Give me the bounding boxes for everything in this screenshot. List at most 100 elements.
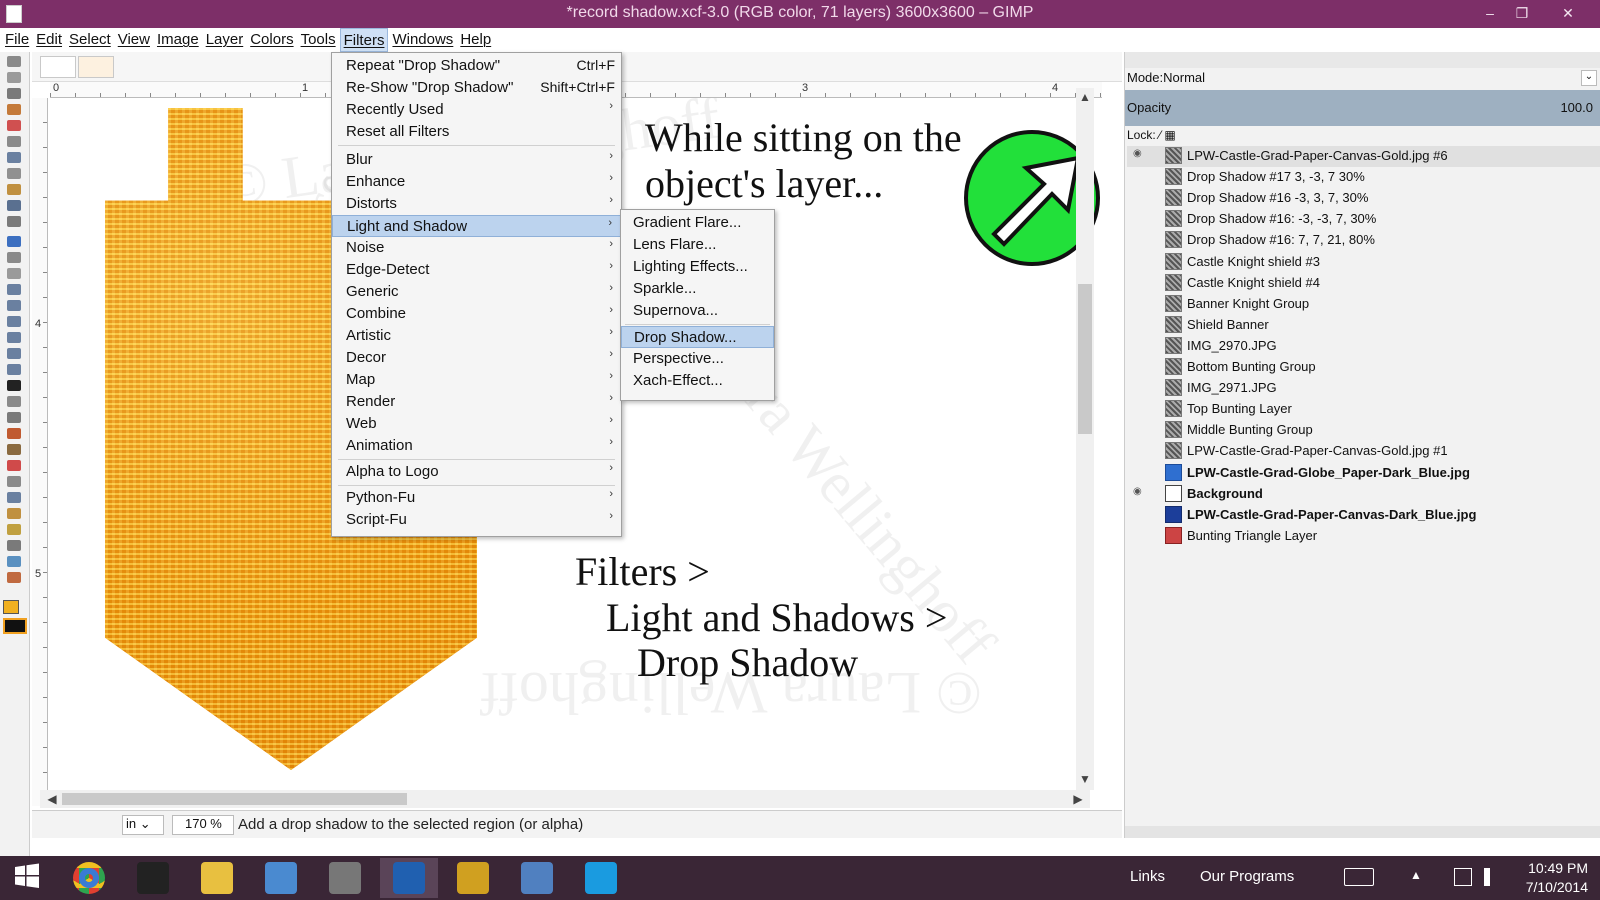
visibility-eye-icon[interactable]: ◉ (1133, 148, 1145, 159)
menu-image[interactable]: Image (154, 28, 202, 52)
flip-tool-icon[interactable] (7, 348, 21, 359)
windows-start-taskbar-button[interactable] (0, 858, 58, 898)
layer-name[interactable]: Castle Knight shield #4 (1187, 275, 1320, 290)
scroll-right-arrow-icon[interactable]: ▶ (1070, 792, 1086, 806)
menu-edge-detect[interactable]: Edge-Detect › (332, 259, 621, 281)
menu-file[interactable]: File (2, 28, 32, 52)
layer-name[interactable]: LPW-Castle-Grad-Paper-Canvas-Gold.jpg #6 (1187, 148, 1448, 163)
submenu-lighting-effects[interactable]: Lighting Effects... (621, 256, 774, 278)
dock-tabs[interactable] (1125, 52, 1600, 68)
fuzzy-select-tool-icon[interactable] (7, 104, 21, 115)
menu-edit[interactable]: Edit (33, 28, 65, 52)
menu-filters[interactable]: Filters (339, 28, 389, 52)
clone-tool-icon[interactable] (7, 508, 21, 519)
move-tool-icon[interactable] (7, 236, 21, 247)
smudge-tool-icon[interactable] (7, 540, 21, 551)
layer-name[interactable]: Drop Shadow #16 -3, 3, 7, 30% (1187, 190, 1368, 205)
layer-name[interactable]: Castle Knight shield #3 (1187, 254, 1320, 269)
layer-row[interactable]: ◉ LPW-Castle-Grad-Paper-Canvas-Gold.jpg #… (1127, 146, 1600, 167)
submenu-perspective[interactable]: Perspective... (621, 348, 774, 370)
scissors-tool-icon[interactable] (7, 136, 21, 147)
layer-name[interactable]: LPW-Castle-Grad-Paper-Canvas-Gold.jpg #1 (1187, 443, 1448, 458)
heal-tool-icon[interactable] (7, 524, 21, 535)
layer-row[interactable]: LPW-Castle-Grad-Globe_Paper-Dark_Blue.jp… (1127, 463, 1600, 484)
layer-name[interactable]: Bunting Triangle Layer (1187, 528, 1317, 543)
layer-row[interactable]: Castle Knight shield #3 (1127, 252, 1600, 273)
bucket-fill-tool-icon[interactable] (7, 396, 21, 407)
menu-layer[interactable]: Layer (203, 28, 247, 52)
submenu-supernova[interactable]: Supernova... (621, 300, 774, 322)
layer-name[interactable]: Drop Shadow #16: 7, 7, 21, 80% (1187, 232, 1375, 247)
layer-name[interactable]: Drop Shadow #16: -3, -3, 7, 30% (1187, 211, 1376, 226)
menu-combine[interactable]: Combine › (332, 303, 621, 325)
horizontal-scroll-thumb[interactable] (62, 793, 407, 805)
menu-reset-all-filters[interactable]: Reset all Filters (332, 121, 621, 143)
menu-map[interactable]: Map › (332, 369, 621, 391)
vertical-scrollbar[interactable]: ▲ ▼ (1076, 88, 1094, 790)
picasa-taskbar-button[interactable] (444, 858, 502, 898)
scale-tool-icon[interactable] (7, 300, 21, 311)
mode-value[interactable]: Normal (1163, 70, 1205, 85)
lock-pixels-icon[interactable]: ⁄ (1159, 128, 1161, 142)
layer-name[interactable]: LPW-Castle-Grad-Globe_Paper-Dark_Blue.jp… (1187, 465, 1470, 480)
mode-dropdown-icon[interactable]: ⌄ (1581, 70, 1597, 86)
menu-help[interactable]: Help (457, 28, 494, 52)
foreground-select-tool-icon[interactable] (7, 152, 21, 163)
layer-name[interactable]: Shield Banner (1187, 317, 1269, 332)
menu-repeat-drop-shadow[interactable]: Repeat "Drop Shadow" Ctrl+F (332, 55, 621, 77)
layer-row[interactable]: Drop Shadow #17 3, -3, 7 30% (1127, 167, 1600, 188)
menu-decor[interactable]: Decor › (332, 347, 621, 369)
submenu-lens-flare[interactable]: Lens Flare... (621, 234, 774, 256)
menu-alpha-to-logo[interactable]: Alpha to Logo › (332, 461, 621, 483)
search-tool-taskbar-button[interactable] (508, 858, 566, 898)
perspective-tool-icon[interactable] (7, 332, 21, 343)
scroll-left-arrow-icon[interactable]: ◀ (44, 792, 60, 806)
layer-row[interactable]: ◉ Background (1127, 484, 1600, 505)
layer-row[interactable]: Banner Knight Group (1127, 294, 1600, 315)
ink-tool-icon[interactable] (7, 492, 21, 503)
layer-row[interactable]: Shield Banner (1127, 315, 1600, 336)
menu-generic[interactable]: Generic › (332, 281, 621, 303)
visibility-eye-icon[interactable]: ◉ (1133, 486, 1145, 497)
zoom-tool-icon[interactable] (7, 200, 21, 211)
menu-distorts[interactable]: Distorts › (332, 193, 621, 215)
menu-web[interactable]: Web › (332, 413, 621, 435)
layer-row[interactable]: Top Bunting Layer (1127, 399, 1600, 420)
layer-name[interactable]: Middle Bunting Group (1187, 422, 1313, 437)
layer-row[interactable]: Middle Bunting Group (1127, 420, 1600, 441)
menu-artistic[interactable]: Artistic › (332, 325, 621, 347)
rect-select-tool-icon[interactable] (7, 56, 21, 67)
layer-row[interactable]: Bottom Bunting Group (1127, 357, 1600, 378)
blend-tool-icon[interactable] (7, 412, 21, 423)
airbrush-tool-icon[interactable] (7, 476, 21, 487)
menu-select[interactable]: Select (66, 28, 114, 52)
notepad-taskbar-button[interactable] (252, 858, 310, 898)
rotate-tool-icon[interactable] (7, 284, 21, 295)
layer-name[interactable]: Bottom Bunting Group (1187, 359, 1316, 374)
align-tool-icon[interactable] (7, 252, 21, 263)
dodge-burn-tool-icon[interactable] (7, 572, 21, 583)
zoom-selector[interactable]: 170 % (172, 815, 234, 835)
layer-row[interactable]: LPW-Castle-Grad-Paper-Canvas-Dark_Blue.j… (1127, 505, 1600, 526)
crop-tool-icon[interactable] (7, 268, 21, 279)
menu-noise[interactable]: Noise › (332, 237, 621, 259)
lock-alpha-icon[interactable]: ▦ (1164, 128, 1175, 142)
unit-selector[interactable]: in ⌄ (122, 815, 164, 835)
menu-recently-used[interactable]: Recently Used › (332, 99, 621, 121)
layer-name[interactable]: Background (1187, 486, 1263, 501)
blur-tool-icon[interactable] (7, 556, 21, 567)
ellipse-select-tool-icon[interactable] (7, 72, 21, 83)
cage-tool-icon[interactable] (7, 364, 21, 375)
background-color-swatch[interactable] (3, 618, 27, 634)
file-explorer-taskbar-button[interactable] (188, 858, 246, 898)
layer-row[interactable]: Castle Knight shield #4 (1127, 273, 1600, 294)
layer-name[interactable]: Banner Knight Group (1187, 296, 1309, 311)
submenu-drop-shadow[interactable]: Drop Shadow... (621, 326, 774, 348)
close-button[interactable]: ✕ (1542, 2, 1594, 24)
menu-blur[interactable]: Blur › (332, 149, 621, 171)
menu-enhance[interactable]: Enhance › (332, 171, 621, 193)
paintbrush-tool-icon[interactable] (7, 444, 21, 455)
layer-row[interactable]: Drop Shadow #16: 7, 7, 21, 80% (1127, 230, 1600, 251)
menu-view[interactable]: View (115, 28, 153, 52)
gimp-taskbar-button[interactable] (316, 858, 374, 898)
